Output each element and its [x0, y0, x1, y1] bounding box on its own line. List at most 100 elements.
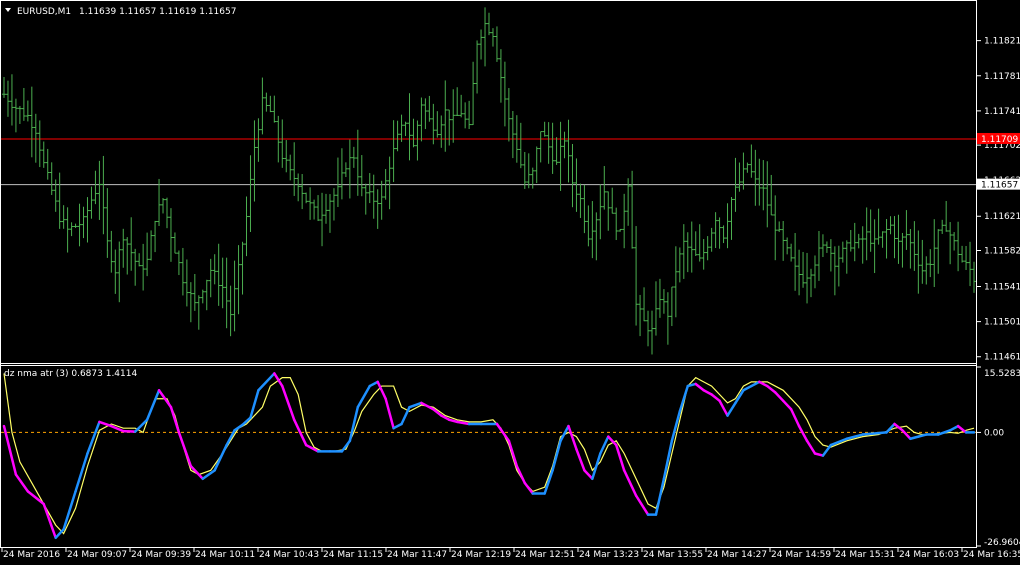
price-bar: [502, 61, 507, 127]
price-tick-label: 1.11621: [984, 212, 1020, 222]
price-bar: [920, 239, 925, 284]
price-bar: [419, 97, 424, 142]
price-bar: [137, 253, 142, 267]
fast-line-segment: [901, 429, 912, 440]
price-bar: [21, 87, 26, 121]
price-bar: [928, 249, 933, 278]
price-bar: [141, 243, 146, 291]
fast-line-segment: [758, 380, 769, 388]
main-price-chart[interactable]: [1, 7, 976, 355]
price-bar: [73, 223, 78, 228]
price-bar: [399, 114, 404, 142]
price-bar: [172, 232, 177, 254]
price-bar: [252, 120, 257, 202]
price-bar: [483, 7, 488, 67]
price-bar: [248, 155, 253, 232]
fast-line-segment: [948, 424, 960, 432]
price-bar: [25, 100, 30, 122]
price-bar: [844, 240, 849, 274]
price-bar: [184, 259, 189, 307]
fast-line-segment: [98, 420, 113, 428]
price-bar: [816, 230, 821, 281]
fast-line-segment: [599, 435, 610, 455]
price-bar: [801, 251, 806, 288]
indicator-fast-line: [2, 372, 976, 539]
price-bar: [339, 148, 344, 200]
price-bar: [677, 247, 682, 283]
price-bar: [689, 221, 694, 273]
price-bar: [435, 111, 440, 138]
price-bar: [944, 200, 949, 232]
price-bar: [832, 246, 837, 296]
price-bar: [57, 172, 62, 229]
price-bar: [498, 49, 503, 103]
price-bar: [610, 187, 615, 214]
triangle-down-icon[interactable]: [5, 8, 11, 12]
price-bar: [164, 197, 169, 229]
price-bar: [459, 94, 464, 118]
fast-line-segment: [567, 424, 578, 451]
time-axis[interactable]: 24 Mar 2016 24 Mar 09:07 24 Mar 09:39 24 Ma…: [1, 548, 1020, 560]
price-bar: [550, 122, 555, 174]
fast-line-segment: [257, 372, 276, 392]
price-bar: [443, 80, 448, 152]
price-bar: [272, 95, 277, 123]
price-bar: [188, 282, 193, 323]
price-bar: [236, 245, 241, 315]
fast-line-segment: [523, 481, 534, 495]
price-bar: [487, 12, 491, 36]
fast-line-segment: [376, 380, 387, 400]
fast-line-segment: [694, 382, 705, 392]
price-bar: [884, 219, 889, 259]
price-bar: [681, 224, 686, 279]
price-bar: [522, 151, 527, 189]
price-bar: [789, 243, 794, 262]
price-axis[interactable]: 1.118211.117811.117411.117021.116621.116…: [977, 37, 1020, 363]
price-bar: [598, 184, 603, 240]
price-bar: [570, 143, 575, 208]
price-bar: [97, 160, 102, 220]
price-bar: [940, 219, 945, 234]
fast-line-segment: [62, 490, 77, 531]
fast-line-segment: [515, 464, 527, 485]
price-bar: [105, 188, 110, 258]
symbol-header[interactable]: EURUSD,M1 1.11639 1.11657 1.11619 1.1165…: [5, 7, 236, 17]
price-tick-label: 1.11461: [984, 353, 1020, 363]
price-bar: [741, 152, 746, 190]
price-bar: [534, 146, 539, 184]
fast-line-segment: [249, 389, 260, 419]
price-bar: [793, 233, 798, 291]
price-bar: [932, 219, 937, 288]
price-bar: [13, 98, 18, 133]
price-bar: [2, 76, 6, 98]
bid-price: 1.11657: [981, 181, 1018, 191]
price-bar: [634, 226, 639, 326]
price-bar: [240, 241, 245, 295]
price-bar: [224, 257, 229, 329]
fast-line-segment: [189, 464, 205, 481]
price-bar: [602, 166, 607, 210]
price-bar: [860, 226, 865, 264]
price-bar: [280, 119, 285, 168]
fast-line-segment: [368, 380, 379, 388]
price-bar: [590, 201, 595, 259]
price-bar: [228, 285, 233, 337]
price-bar: [785, 237, 790, 255]
fast-line-segment: [384, 397, 395, 430]
price-bar: [669, 286, 674, 327]
price-bar: [101, 155, 106, 235]
price-bar: [653, 281, 658, 336]
price-bar: [212, 254, 217, 285]
fast-line-segment: [766, 384, 777, 394]
price-bar: [936, 229, 941, 274]
fast-line-segment: [591, 452, 602, 481]
price-bar: [912, 221, 917, 271]
price-bar: [614, 207, 619, 241]
price-bar: [312, 199, 317, 220]
fast-line-segment: [583, 469, 594, 481]
time-tick-label: 24 Mar 12:51: [515, 550, 575, 560]
price-bar: [916, 230, 921, 294]
indicator-subwindow[interactable]: dz nma atr (3) 0.6873 1.4114: [1, 369, 976, 539]
price-bar: [828, 239, 833, 272]
price-bar: [709, 227, 714, 252]
